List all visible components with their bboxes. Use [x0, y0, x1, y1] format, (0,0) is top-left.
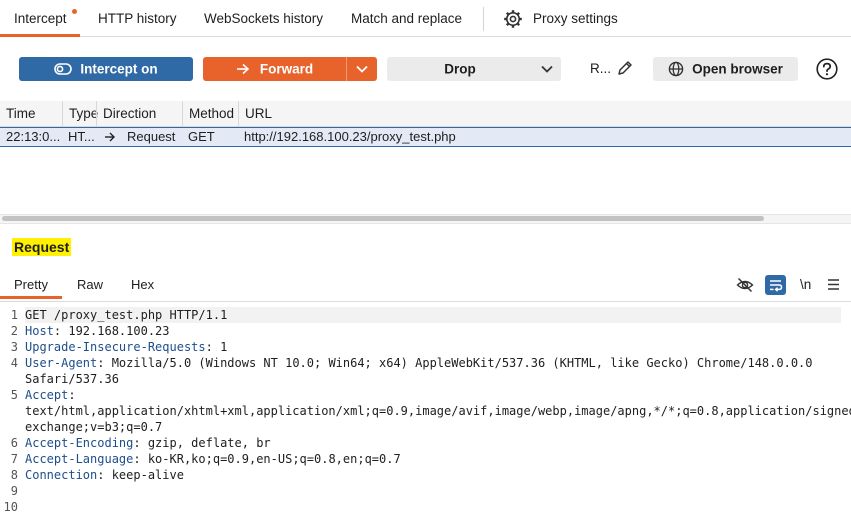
- tab-pretty[interactable]: Pretty: [0, 271, 62, 299]
- header-name: Host: [25, 324, 54, 338]
- cell-type: HT...: [68, 129, 95, 144]
- truncated-label: R...: [590, 61, 612, 76]
- line-number: 10: [3, 500, 18, 514]
- code-line: Host: 192.168.100.23: [25, 323, 841, 339]
- column-header-direction[interactable]: Direction: [96, 101, 182, 127]
- tab-separator: [483, 7, 484, 31]
- tab-match-and-replace[interactable]: Match and replace: [351, 0, 462, 37]
- intercept-activity-dot: [72, 9, 77, 14]
- line-number: [0, 403, 18, 419]
- line-number: 9: [10, 484, 18, 498]
- code-line: Accept-Language: ko-KR,ko;q=0.9,en-US;q=…: [25, 451, 841, 467]
- line-number: 7: [10, 452, 18, 466]
- tab-raw[interactable]: Raw: [77, 271, 103, 299]
- request-editor[interactable]: GET /proxy_test.php HTTP/1.1 Host: 192.1…: [25, 307, 851, 515]
- cell-direction: Request: [127, 129, 176, 144]
- eye-off-icon[interactable]: [736, 276, 754, 294]
- table-row[interactable]: 22:13:0... HT... Request GET http://192.…: [0, 127, 851, 147]
- code-text: : keep-alive: [97, 468, 184, 482]
- tab-http-history[interactable]: HTTP history: [98, 0, 177, 37]
- tab-hex[interactable]: Hex: [131, 271, 154, 299]
- forward-button[interactable]: Forward: [203, 57, 346, 81]
- intercept-table-header: Time Type Direction Method URL: [0, 101, 851, 127]
- line-number: [0, 419, 18, 435]
- show-newlines-toggle[interactable]: \n: [800, 276, 811, 294]
- line-number: 4: [10, 356, 18, 370]
- tab-proxy-settings[interactable]: Proxy settings: [533, 0, 618, 37]
- forward-dropdown-button[interactable]: [346, 57, 377, 81]
- tab-intercept-label: Intercept: [14, 11, 67, 26]
- code-text: exchange;v=b3;q=0.7: [25, 420, 163, 434]
- horizontal-scrollbar-thumb[interactable]: [2, 216, 764, 221]
- header-name: Connection: [25, 468, 98, 482]
- tab-pretty-label: Pretty: [14, 277, 48, 292]
- code-line: exchange;v=b3;q=0.7: [25, 419, 841, 435]
- code-line: GET /proxy_test.php HTTP/1.1: [25, 307, 841, 323]
- drop-dropdown-button[interactable]: [533, 57, 561, 81]
- line-number: 6: [10, 436, 18, 450]
- line-number: 1: [10, 308, 18, 322]
- toggle-icon: [54, 63, 73, 76]
- word-wrap-toggle[interactable]: [765, 275, 786, 295]
- column-header-method[interactable]: Method: [182, 101, 238, 127]
- column-header-url[interactable]: URL: [238, 101, 851, 127]
- header-name: Accept-Language: [25, 452, 134, 466]
- intercept-toggle-button[interactable]: Intercept on: [19, 57, 193, 81]
- code-text: : gzip, deflate, br: [133, 436, 271, 450]
- line-number: 3: [10, 340, 18, 354]
- word-wrap-icon: [770, 280, 783, 292]
- line-number: 5: [10, 388, 18, 402]
- chevron-down-icon: [356, 66, 368, 74]
- line-number: 8: [10, 468, 18, 482]
- intercept-toggle-label: Intercept on: [80, 61, 158, 77]
- globe-icon: [668, 62, 684, 77]
- code-line: text/html,application/xhtml+xml,applicat…: [25, 403, 851, 419]
- header-name: Accept-Encoding: [25, 436, 134, 450]
- line-number-gutter: 1 2 3 4 5 6 7 8 9 10: [0, 307, 18, 515]
- open-browser-label: Open browser: [692, 61, 783, 77]
- column-header-type[interactable]: Type: [62, 101, 98, 127]
- code-text: : 1: [205, 340, 228, 354]
- line-number: 2: [10, 324, 18, 338]
- editor-divider: [0, 301, 851, 302]
- header-name: Accept: [25, 388, 69, 402]
- code-text: :: [68, 388, 76, 402]
- arrow-right-icon: [236, 64, 250, 75]
- drop-button[interactable]: Drop: [387, 57, 533, 81]
- request-section-title: Request: [12, 238, 72, 256]
- chevron-down-icon: [541, 66, 553, 74]
- arrow-right-icon: [105, 132, 115, 142]
- code-line: Connection: keep-alive: [25, 467, 841, 483]
- proxy-tab-bar: Intercept HTTP history WebSockets histor…: [0, 0, 851, 37]
- code-text: Safari/537.36: [25, 372, 119, 386]
- open-browser-button[interactable]: Open browser: [653, 57, 798, 81]
- line-number: [0, 371, 18, 387]
- code-line: Safari/537.36: [25, 371, 841, 387]
- header-name: Upgrade-Insecure-Requests: [25, 340, 206, 354]
- code-text: GET /proxy_test.php HTTP/1.1: [25, 308, 228, 322]
- drop-label: Drop: [444, 61, 476, 77]
- column-header-time[interactable]: Time: [0, 101, 62, 127]
- code-text: : Mozilla/5.0 (Windows NT 10.0; Win64; x…: [97, 356, 813, 370]
- gear-icon[interactable]: [503, 9, 523, 29]
- tab-websockets-history[interactable]: WebSockets history: [204, 0, 323, 37]
- pencil-icon[interactable]: [617, 60, 633, 76]
- forward-label: Forward: [259, 61, 314, 77]
- header-name: User-Agent: [25, 356, 98, 370]
- cell-method: GET: [188, 129, 215, 144]
- cell-time: 22:13:0...: [6, 129, 61, 144]
- menu-icon[interactable]: [827, 278, 840, 291]
- code-line: Accept:: [25, 387, 841, 403]
- code-text: : ko-KR,ko;q=0.9,en-US;q=0.8,en;q=0.7: [133, 452, 401, 466]
- tab-intercept[interactable]: Intercept: [0, 0, 80, 37]
- code-line: Accept-Encoding: gzip, deflate, br: [25, 435, 841, 451]
- code-text: : 192.168.100.23: [53, 324, 170, 338]
- code-line: Upgrade-Insecure-Requests: 1: [25, 339, 841, 355]
- code-text: text/html,application/xhtml+xml,applicat…: [25, 404, 851, 418]
- code-line: User-Agent: Mozilla/5.0 (Windows NT 10.0…: [25, 355, 841, 371]
- help-icon[interactable]: [816, 58, 838, 80]
- cell-url: http://192.168.100.23/proxy_test.php: [244, 129, 456, 144]
